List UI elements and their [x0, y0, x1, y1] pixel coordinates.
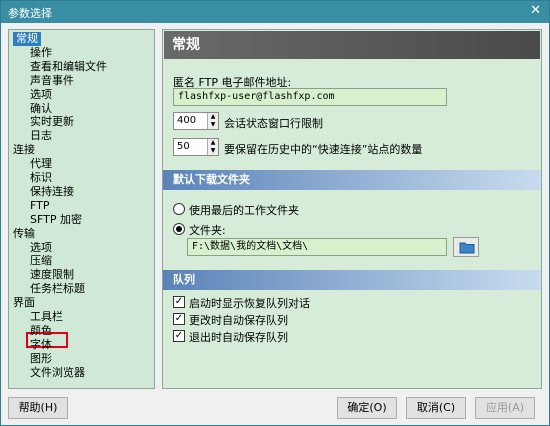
check-restore-queue-label: 启动时显示恢复队列对话 — [189, 297, 310, 310]
browse-folder-button[interactable] — [453, 237, 479, 257]
history-count-stepper[interactable]: 50 ▲ ▼ — [173, 138, 219, 156]
stepper-arrows-icon[interactable]: ▲ ▼ — [207, 139, 218, 155]
tree-item[interactable]: 速度限制 — [30, 268, 74, 282]
tree-item[interactable]: 实时更新 — [30, 115, 74, 129]
tree-item[interactable]: SFTP 加密 — [30, 213, 82, 227]
preferences-dialog: 参数选择 ✕ 常规 操作 查看和编辑文件 声音事件 选项 确认 实时更新 日志 连接 代理 标识 保持… — [0, 0, 550, 426]
check-restore-queue[interactable]: ✓ — [173, 296, 185, 308]
ok-button[interactable]: 确定(O) — [337, 397, 397, 419]
apply-button[interactable]: 应用(A) — [475, 397, 535, 419]
tree-item[interactable]: 确认 — [30, 102, 52, 116]
tree-item[interactable]: 工具栏 — [30, 310, 63, 324]
tree-item[interactable]: 连接 — [13, 143, 35, 157]
check-save-on-exit[interactable]: ✓ — [173, 330, 185, 342]
tree-item[interactable]: 标识 — [30, 171, 52, 185]
cancel-button[interactable]: 取消(C) — [406, 397, 466, 419]
tree-item[interactable]: 日志 — [30, 129, 52, 143]
tree-item[interactable]: 图形 — [30, 352, 52, 366]
tree-item[interactable]: 代理 — [30, 157, 52, 171]
radio-last-folder-label: 使用最后的工作文件夹 — [189, 204, 299, 217]
window-title: 参数选择 — [8, 7, 52, 20]
check-save-on-change-label: 更改时自动保存队列 — [189, 314, 288, 327]
session-limit-label: 会话状态窗口行限制 — [224, 117, 323, 130]
tree-item[interactable]: 传输 — [13, 227, 35, 241]
session-limit-value: 400 — [177, 115, 197, 126]
title-bar: 参数选择 ✕ — [1, 1, 549, 23]
settings-panel: 常规 匿名 FTP 电子邮件地址: flashfxp-user@flashfxp… — [162, 29, 542, 389]
tree-item[interactable]: 声音事件 — [30, 74, 74, 88]
radio-custom-folder-label: 文件夹: — [189, 224, 226, 237]
tree-item[interactable]: FTP — [30, 199, 50, 213]
tree-item[interactable]: 选项 — [30, 241, 52, 255]
tree-item[interactable]: 选项 — [30, 88, 52, 102]
history-count-value: 50 — [177, 141, 190, 152]
history-count-label: 要保留在历史中的“快速连接”站点的数量 — [224, 143, 423, 156]
stepper-arrows-icon[interactable]: ▲ ▼ — [207, 113, 218, 129]
tree-item[interactable]: 任务栏标题 — [30, 282, 85, 296]
close-icon[interactable]: ✕ — [530, 3, 541, 18]
check-save-on-change[interactable]: ✓ — [173, 313, 185, 325]
email-input[interactable]: flashfxp-user@flashfxp.com — [173, 88, 447, 106]
tree-item[interactable]: 字体 — [30, 338, 52, 352]
check-save-on-exit-label: 退出时自动保存队列 — [189, 331, 288, 344]
category-tree: 常规 操作 查看和编辑文件 声音事件 选项 确认 实时更新 日志 连接 代理 标识 保持连接 FTP SF… — [8, 29, 155, 389]
tree-item[interactable]: 保持连接 — [30, 185, 74, 199]
panel-header: 常规 — [164, 31, 540, 59]
queue-section: 队列 — [163, 270, 541, 290]
folder-path-input[interactable]: F:\数据\我的文档\文档\ — [187, 238, 447, 256]
tree-item[interactable]: 常规 — [13, 32, 41, 46]
tree-item[interactable]: 查看和编辑文件 — [30, 60, 107, 74]
folder-icon — [459, 242, 475, 254]
session-limit-stepper[interactable]: 400 ▲ ▼ — [173, 112, 219, 130]
radio-last-folder[interactable] — [173, 203, 185, 215]
tree-item[interactable]: 压缩 — [30, 254, 52, 268]
help-button[interactable]: 帮助(H) — [8, 397, 68, 419]
radio-custom-folder[interactable] — [173, 223, 185, 235]
download-folder-section: 默认下载文件夹 — [163, 170, 541, 190]
tree-item[interactable]: 操作 — [30, 46, 52, 60]
tree-item[interactable]: 颜色 — [30, 324, 52, 338]
tree-item[interactable]: 界面 — [13, 296, 35, 310]
tree-item[interactable]: 文件浏览器 — [30, 366, 85, 380]
